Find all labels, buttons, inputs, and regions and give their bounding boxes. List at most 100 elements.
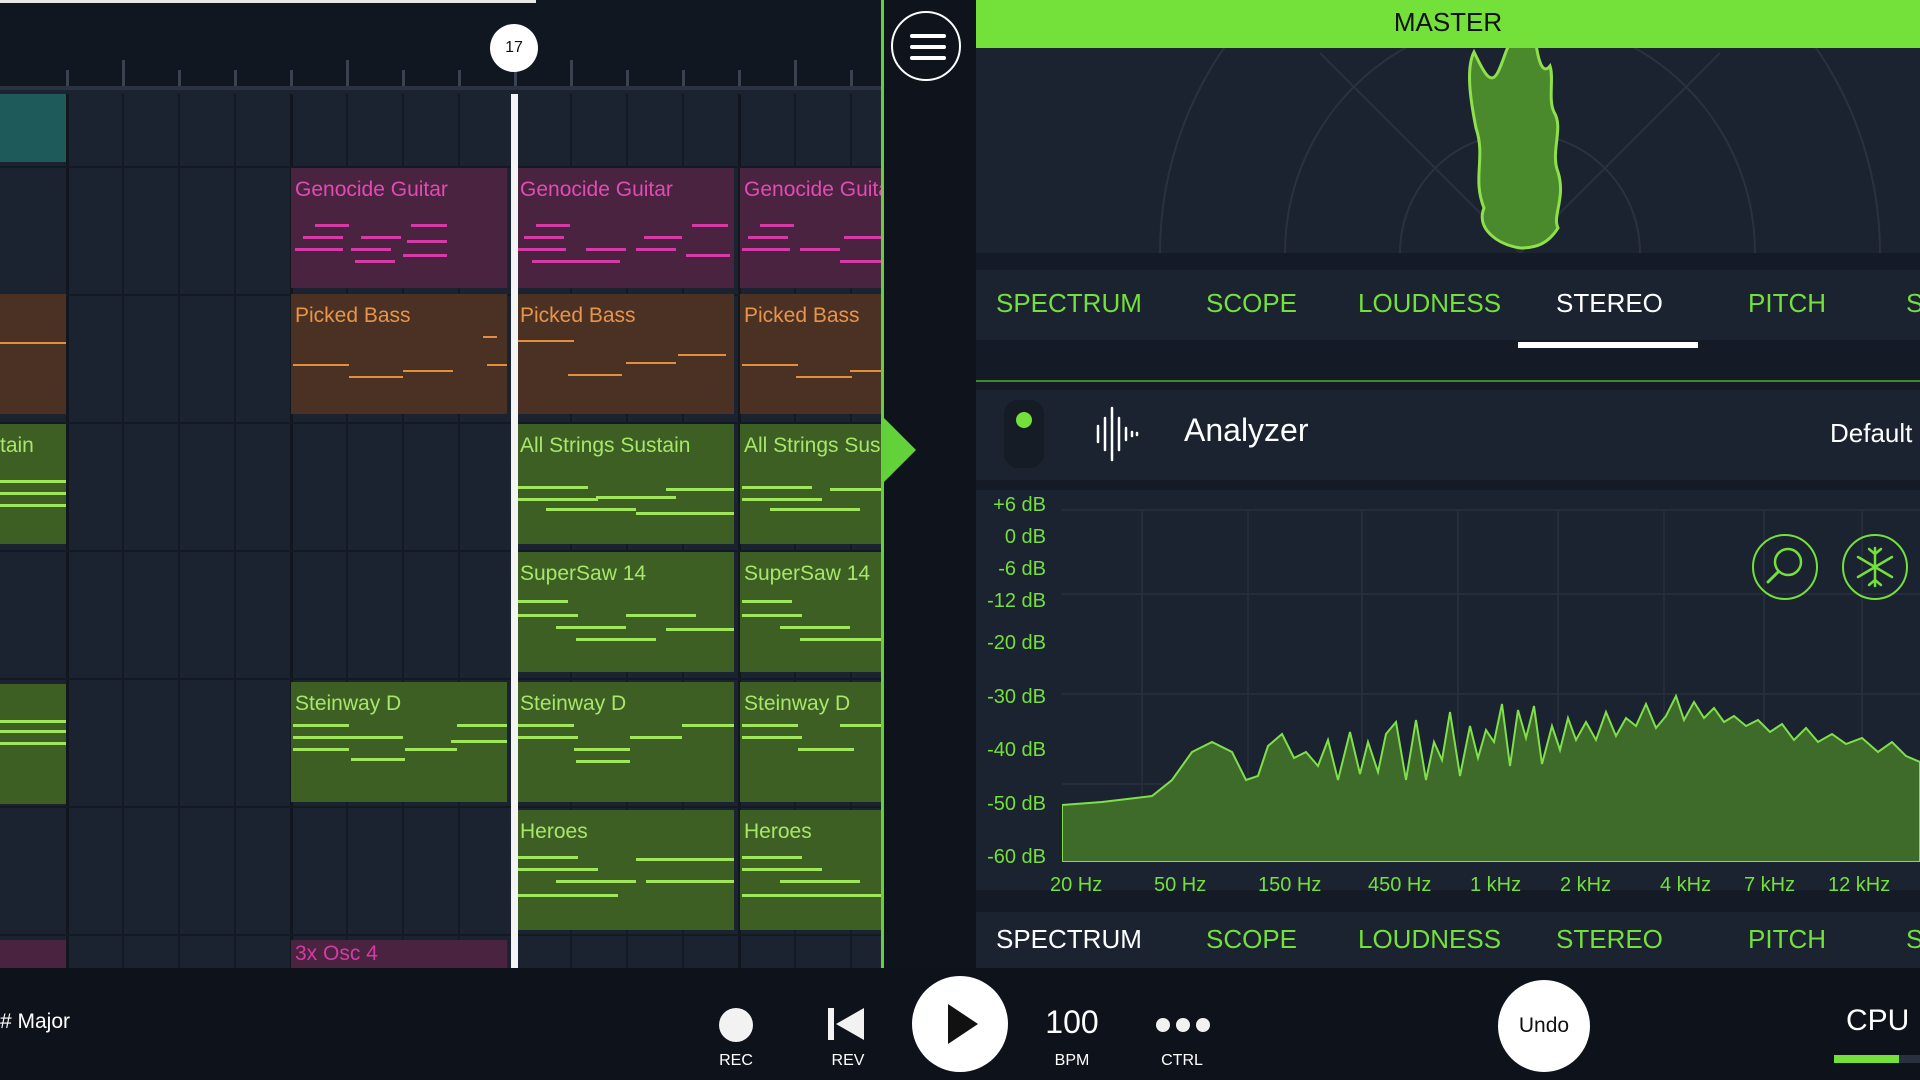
freeze-button[interactable]: [1842, 534, 1908, 600]
cpu-meter: [1834, 1055, 1899, 1063]
hz-label: 450 Hz: [1368, 874, 1432, 896]
clip-label: Genocide Guita: [744, 178, 882, 201]
play-icon: [948, 1004, 978, 1044]
clip-partial-teal[interactable]: [0, 94, 66, 162]
clip-genocide-guitar[interactable]: Genocide Guitar: [291, 168, 507, 288]
ruler-tick: [122, 60, 125, 86]
playhead[interactable]: [511, 94, 518, 968]
tab-scope[interactable]: SCOPE: [1206, 924, 1297, 955]
ruler-tick: [178, 70, 181, 86]
zoom-button[interactable]: [1752, 534, 1818, 600]
ruler-tick: [346, 60, 349, 86]
clip-all-strings-sustain[interactable]: All Strings Sus: [740, 424, 882, 544]
clip-picked-bass[interactable]: Picked Bass: [516, 294, 734, 414]
expand-arrow-icon[interactable]: [884, 418, 916, 482]
grid-line: [122, 94, 124, 968]
tab-spectrum[interactable]: SPECTRUM: [996, 288, 1142, 319]
db-label: -60 dB: [987, 846, 1046, 868]
clip-label: Heroes: [520, 820, 588, 843]
clip-picked-bass[interactable]: Picked Bass: [291, 294, 507, 414]
stereo-visualizer: [976, 48, 1920, 253]
clip-label: Heroes: [744, 820, 812, 843]
tab-stereo[interactable]: STEREO: [1556, 288, 1663, 319]
clip-label: tain: [0, 434, 34, 457]
clip-steinway-d[interactable]: Steinway D: [740, 682, 882, 802]
hz-label: 12 kHz: [1828, 874, 1891, 896]
cpu-label: CPU: [1846, 1004, 1910, 1037]
ruler-tick: [514, 70, 517, 86]
tab-more[interactable]: S: [1906, 288, 1920, 319]
clip-label: Genocide Guitar: [520, 178, 673, 201]
rec-label: REC: [719, 1052, 753, 1069]
stereo-blob: [1468, 48, 1563, 250]
playhead-bar-marker[interactable]: 17: [490, 24, 538, 72]
clip-supersaw-14[interactable]: SuperSaw 14: [740, 552, 882, 672]
analyzer-title: Analyzer: [1184, 412, 1309, 448]
hz-label: 7 kHz: [1744, 874, 1796, 896]
clip-label: Genocide Guitar: [295, 178, 448, 201]
grid-line: [234, 94, 236, 968]
clip-picked-bass[interactable]: Picked Bass: [740, 294, 882, 414]
db-label: 0 dB: [1004, 526, 1046, 548]
spectrum-curve: [1062, 693, 1920, 862]
tab-spectrum[interactable]: SPECTRUM: [996, 924, 1142, 955]
clip-genocide-guitar[interactable]: Genocide Guitar: [516, 168, 734, 288]
clip-all-strings-sustain[interactable]: All Strings Sustain: [516, 424, 734, 544]
record-icon[interactable]: [719, 1008, 753, 1042]
clip-partial-piano[interactable]: [0, 684, 66, 804]
clip-heroes[interactable]: Heroes: [740, 810, 882, 930]
rev-label: REV: [831, 1052, 865, 1069]
lane-divider: [0, 806, 882, 808]
scale-selector[interactable]: # Major: [0, 1010, 70, 1034]
hz-label: 50 Hz: [1154, 874, 1207, 896]
tab-stereo[interactable]: STEREO: [1556, 924, 1663, 955]
clip-partial-strings[interactable]: tain: [0, 424, 66, 544]
clip-steinway-d[interactable]: Steinway D: [291, 682, 507, 802]
clip-label: SuperSaw 14: [744, 562, 871, 585]
preset-selector[interactable]: Default: [1830, 418, 1912, 449]
master-header[interactable]: MASTER: [976, 0, 1920, 48]
rewind-icon[interactable]: [826, 1006, 866, 1042]
analyzer-power-toggle[interactable]: [1004, 400, 1044, 468]
tab-scope[interactable]: SCOPE: [1206, 288, 1297, 319]
clip-genocide-guitar[interactable]: Genocide Guita: [740, 168, 882, 288]
ruler-tick: [234, 70, 237, 86]
timeline-ruler[interactable]: 17: [0, 0, 882, 90]
loop-range-bar[interactable]: [0, 0, 536, 3]
ruler-tick: [626, 70, 629, 86]
hz-label: 2 kHz: [1560, 874, 1612, 896]
clip-steinway-d[interactable]: Steinway D: [516, 682, 734, 802]
grid-line: [66, 94, 69, 968]
tab-loudness[interactable]: LOUDNESS: [1358, 924, 1501, 955]
tab-pitch[interactable]: PITCH: [1748, 288, 1826, 319]
tab-more[interactable]: S: [1906, 924, 1920, 955]
ruler-tick: [570, 60, 573, 86]
grid-line: [178, 94, 180, 968]
clip-label: Picked Bass: [295, 304, 411, 327]
clip-heroes[interactable]: Heroes: [516, 810, 734, 930]
stereo-field-graph: [1159, 48, 1881, 253]
active-tab-indicator: [1518, 342, 1698, 348]
db-scale: +6 dB 0 dB -6 dB -12 dB -20 dB -30 dB -4…: [976, 490, 1046, 890]
clip-3x-osc-4[interactable]: 3x Osc 4: [291, 940, 507, 968]
arrangement-view[interactable]: 17 tain Genocide Guitar Genocide Guitar …: [0, 0, 882, 968]
menu-button[interactable]: [891, 11, 961, 81]
db-label: -6 dB: [998, 558, 1046, 580]
ruler-tick: [458, 70, 461, 86]
track-grid[interactable]: tain Genocide Guitar Genocide Guitar Gen…: [0, 94, 882, 968]
clip-label: Steinway D: [295, 692, 402, 715]
side-strip: [884, 0, 976, 968]
clip-partial-osc[interactable]: [0, 940, 66, 968]
ruler-divider: [0, 86, 882, 90]
undo-button[interactable]: Undo: [1498, 980, 1590, 1072]
clip-partial-bass[interactable]: [0, 294, 66, 414]
tab-loudness[interactable]: LOUDNESS: [1358, 288, 1501, 319]
tempo-value[interactable]: 100: [1036, 1004, 1108, 1041]
tab-pitch[interactable]: PITCH: [1748, 924, 1826, 955]
snowflake-icon: [1856, 546, 1894, 588]
clip-label: Steinway D: [520, 692, 627, 715]
db-label: -40 dB: [987, 739, 1046, 761]
clip-supersaw-14[interactable]: SuperSaw 14: [516, 552, 734, 672]
ruler-tick: [290, 70, 293, 86]
hz-label: 150 Hz: [1258, 874, 1322, 896]
